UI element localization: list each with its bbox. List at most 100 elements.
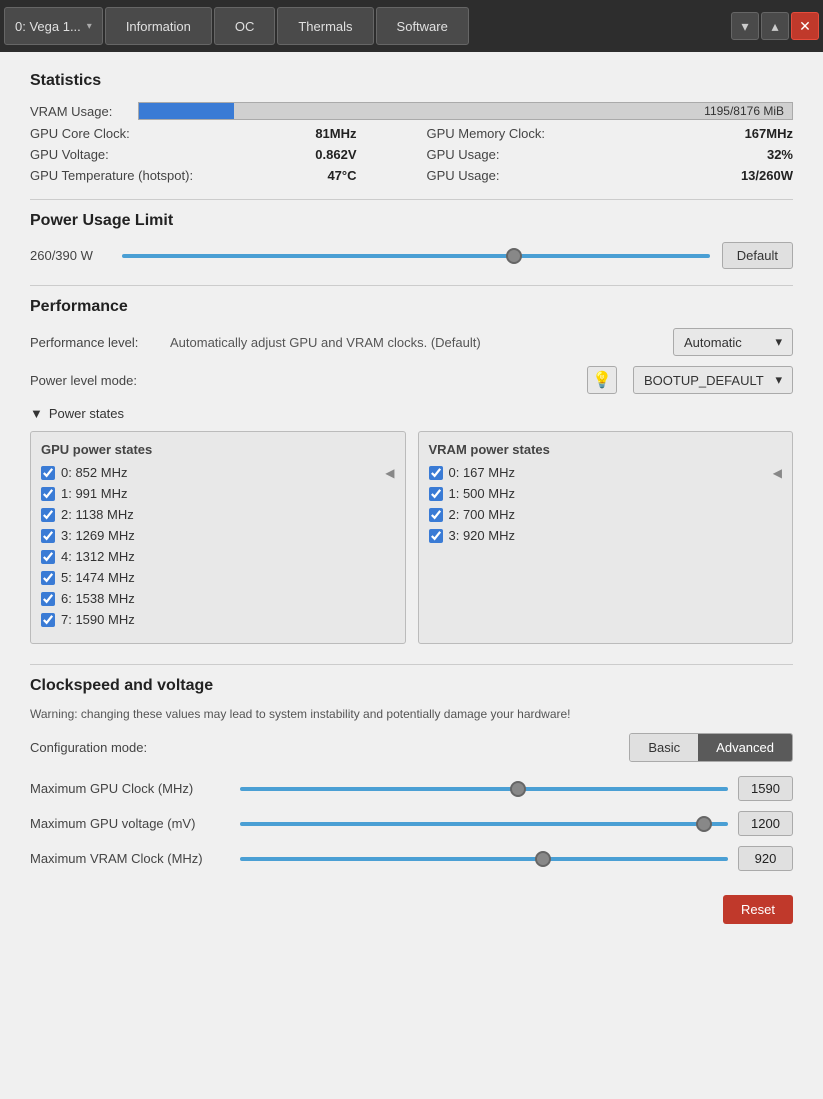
gpu-label: 0: Vega 1...	[15, 19, 81, 34]
gpu-state-4: 4: 1312 MHz	[41, 549, 395, 564]
vram-usage-row: VRAM Usage: 1195/8176 MiB	[30, 102, 793, 120]
tab-software[interactable]: Software	[376, 7, 469, 45]
scroll-up-button[interactable]: ▴	[761, 12, 789, 40]
gpu-state-3-label: 3: 1269 MHz	[61, 528, 135, 543]
dropdown-caret-icon: ▾	[775, 334, 782, 350]
max-vram-clock-slider[interactable]	[240, 857, 728, 861]
gpu-power-states-box: GPU power states 0: 852 MHz ◀ 1: 991 MHz…	[30, 431, 406, 644]
gpu-usage-percent-item: GPU Usage: 32%	[427, 147, 794, 162]
gpu-selector[interactable]: 0: Vega 1... ▾	[4, 7, 103, 45]
power-mode-dropdown[interactable]: BOOTUP_DEFAULT ▾	[633, 366, 793, 394]
clockspeed-title: Clockspeed and voltage	[30, 677, 793, 695]
gpu-voltage-item: GPU Voltage: 0.862V	[30, 147, 397, 162]
gpu-state-7-label: 7: 1590 MHz	[61, 612, 135, 627]
gpu-usage-watt-label: GPU Usage:	[427, 168, 500, 183]
gpu-temp-label: GPU Temperature (hotspot):	[30, 168, 193, 183]
max-gpu-voltage-slider[interactable]	[240, 822, 728, 826]
power-states-section: ▼ Power states GPU power states 0: 852 M…	[30, 406, 793, 644]
vram-bar: 1195/8176 MiB	[138, 102, 793, 120]
gpu-state-2: 2: 1138 MHz	[41, 507, 395, 522]
gpu-state-4-label: 4: 1312 MHz	[61, 549, 135, 564]
power-states-grid: GPU power states 0: 852 MHz ◀ 1: 991 MHz…	[30, 431, 793, 644]
gpu-state-0-label: 0: 852 MHz	[61, 465, 127, 480]
gpu-memory-clock-label: GPU Memory Clock:	[427, 126, 545, 141]
gpu-state-4-checkbox[interactable]	[41, 550, 55, 564]
max-vram-clock-thumb[interactable]	[535, 851, 551, 867]
max-vram-clock-row: Maximum VRAM Clock (MHz) 920	[30, 846, 793, 871]
lightbulb-icon: 💡	[592, 370, 612, 390]
max-gpu-clock-thumb[interactable]	[510, 781, 526, 797]
gpu-state-1-checkbox[interactable]	[41, 487, 55, 501]
gpu-core-clock-label: GPU Core Clock:	[30, 126, 130, 141]
power-states-collapse-icon: ▼	[30, 406, 43, 421]
statistics-title: Statistics	[30, 72, 793, 90]
gpu-state-5: 5: 1474 MHz	[41, 570, 395, 585]
gpu-state-6: 6: 1538 MHz	[41, 591, 395, 606]
power-slider-thumb[interactable]	[506, 248, 522, 264]
lightbulb-button[interactable]: 💡	[587, 366, 617, 394]
gpu-memory-clock-value: 167MHz	[745, 126, 793, 141]
advanced-mode-button[interactable]: Advanced	[698, 734, 792, 761]
max-gpu-clock-label: Maximum GPU Clock (MHz)	[30, 781, 230, 796]
gpu-state-5-label: 5: 1474 MHz	[61, 570, 135, 585]
gpu-state-3: 3: 1269 MHz	[41, 528, 395, 543]
gpu-usage-watt-item: GPU Usage: 13/260W	[427, 168, 794, 183]
config-mode-btn-group: Basic Advanced	[629, 733, 793, 762]
vram-state-0-checkbox[interactable]	[429, 466, 443, 480]
max-gpu-clock-row: Maximum GPU Clock (MHz) 1590	[30, 776, 793, 801]
gpu-dropdown-arrow: ▾	[87, 21, 92, 32]
vram-state-2-label: 2: 700 MHz	[449, 507, 515, 522]
gpu-core-clock-item: GPU Core Clock: 81MHz	[30, 126, 397, 141]
max-vram-clock-value: 920	[738, 846, 793, 871]
gpu-usage-watt-value: 13/260W	[741, 168, 793, 183]
power-states-header[interactable]: ▼ Power states	[30, 406, 793, 421]
performance-level-dropdown[interactable]: Automatic ▾	[673, 328, 793, 356]
reset-button[interactable]: Reset	[723, 895, 793, 924]
tab-oc[interactable]: OC	[214, 7, 276, 45]
gpu-state-2-checkbox[interactable]	[41, 508, 55, 522]
vram-state-0: 0: 167 MHz ◀	[429, 465, 783, 480]
vram-state-1: 1: 500 MHz	[429, 486, 783, 501]
power-usage-row: 260/390 W Default	[30, 242, 793, 269]
power-level-row: Power level mode: 💡 BOOTUP_DEFAULT ▾	[30, 366, 793, 394]
gpu-state-5-checkbox[interactable]	[41, 571, 55, 585]
basic-mode-button[interactable]: Basic	[630, 734, 698, 761]
gpu-temp-value: 47°C	[327, 168, 396, 183]
vram-usage-label: VRAM Usage:	[30, 104, 130, 119]
max-gpu-voltage-thumb[interactable]	[696, 816, 712, 832]
power-slider-track	[122, 254, 710, 258]
max-gpu-voltage-value: 1200	[738, 811, 793, 836]
gpu-voltage-value: 0.862V	[315, 147, 396, 162]
gpu-state-3-checkbox[interactable]	[41, 529, 55, 543]
vram-state-0-label: 0: 167 MHz	[449, 465, 515, 480]
scroll-down-button[interactable]: ▾	[731, 12, 759, 40]
default-button[interactable]: Default	[722, 242, 793, 269]
stat-pair-voltage: GPU Voltage: 0.862V GPU Usage: 32%	[30, 147, 793, 162]
vram-state-1-checkbox[interactable]	[429, 487, 443, 501]
performance-title: Performance	[30, 298, 793, 316]
gpu-power-states-title: GPU power states	[41, 442, 395, 457]
max-vram-clock-label: Maximum VRAM Clock (MHz)	[30, 851, 230, 866]
stat-pair-clocks: GPU Core Clock: 81MHz GPU Memory Clock: …	[30, 126, 793, 141]
vram-fill	[139, 103, 234, 119]
vram-state-1-label: 1: 500 MHz	[449, 486, 515, 501]
stat-pair-temp: GPU Temperature (hotspot): 47°C GPU Usag…	[30, 168, 793, 183]
performance-level-row: Performance level: Automatically adjust …	[30, 328, 793, 356]
gpu-state-0-checkbox[interactable]	[41, 466, 55, 480]
gpu-state-6-checkbox[interactable]	[41, 592, 55, 606]
close-button[interactable]: ✕	[791, 12, 819, 40]
max-gpu-clock-slider[interactable]	[240, 787, 728, 791]
gpu-temp-item: GPU Temperature (hotspot): 47°C	[30, 168, 397, 183]
power-states-label: Power states	[49, 406, 124, 421]
gpu-state-2-label: 2: 1138 MHz	[61, 507, 134, 522]
vram-state-3-checkbox[interactable]	[429, 529, 443, 543]
tab-thermals[interactable]: Thermals	[277, 7, 373, 45]
power-slider[interactable]	[122, 246, 710, 266]
vram-state-2-checkbox[interactable]	[429, 508, 443, 522]
gpu-state-7-checkbox[interactable]	[41, 613, 55, 627]
tab-information[interactable]: Information	[105, 7, 212, 45]
gpu-usage-percent-value: 32%	[767, 147, 793, 162]
gpu-voltage-label: GPU Voltage:	[30, 147, 109, 162]
power-level-mode-label: Power level mode:	[30, 373, 160, 388]
vram-state-2: 2: 700 MHz	[429, 507, 783, 522]
